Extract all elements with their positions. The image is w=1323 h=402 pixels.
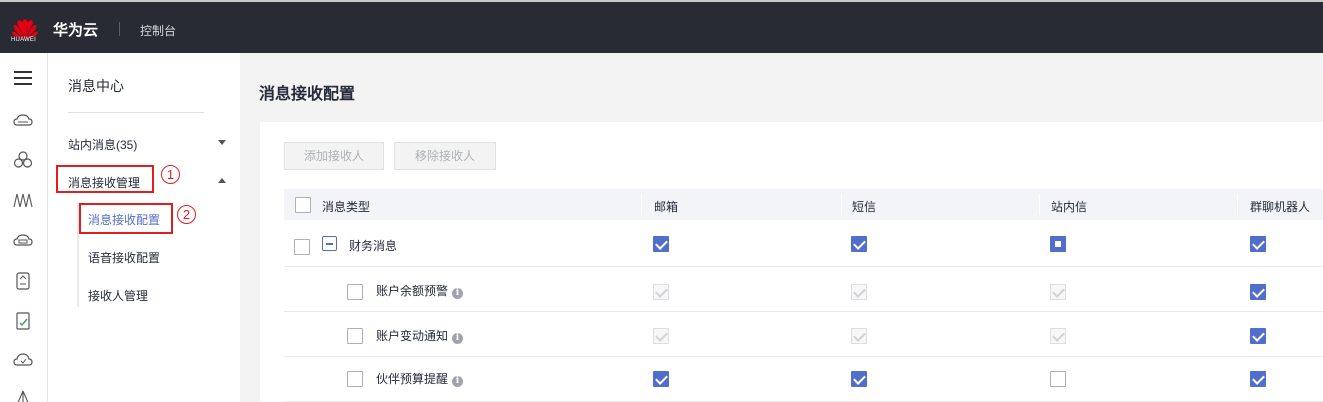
table-row: 财务消息 bbox=[284, 223, 1323, 267]
annotation-box-2 bbox=[79, 203, 173, 234]
message-type-cell: 账户余额预警 i bbox=[376, 282, 464, 299]
table-row: 伙伴预算提醒 i bbox=[284, 358, 1323, 402]
cloud-server-icon[interactable] bbox=[12, 110, 34, 132]
email-checkbox[interactable] bbox=[653, 371, 669, 387]
remove-receiver-button[interactable]: 移除接收人 bbox=[394, 142, 496, 170]
sms-checkbox[interactable] bbox=[851, 236, 867, 252]
annotation-number-1: 1 bbox=[161, 165, 180, 184]
brand-name[interactable]: 华为云 bbox=[53, 19, 98, 40]
add-receiver-button[interactable]: 添加接收人 bbox=[284, 142, 384, 170]
sidebar-divider bbox=[68, 112, 204, 113]
column-header-site-message: 站内信 bbox=[1051, 200, 1088, 214]
email-checkbox[interactable] bbox=[653, 236, 669, 252]
info-icon[interactable]: i bbox=[452, 333, 464, 344]
logo-text: HUAWEI bbox=[11, 37, 36, 43]
row-select-checkbox[interactable] bbox=[294, 239, 310, 255]
column-divider bbox=[1237, 194, 1238, 215]
table-row: 账户余额预警 i bbox=[284, 268, 1323, 312]
site-message-checkbox[interactable] bbox=[1050, 236, 1066, 252]
message-type-name: 账户余额预警 bbox=[376, 284, 449, 298]
column-divider bbox=[641, 194, 642, 215]
caret-up-icon[interactable] bbox=[218, 178, 226, 183]
table-row: 账户变动通知 i bbox=[284, 313, 1323, 357]
network-icon[interactable] bbox=[12, 189, 34, 211]
more-icon[interactable] bbox=[12, 387, 34, 402]
row-select-checkbox[interactable] bbox=[347, 328, 363, 344]
database-icon[interactable] bbox=[12, 270, 34, 292]
email-checkbox[interactable] bbox=[653, 328, 669, 344]
group-bot-checkbox[interactable] bbox=[1250, 371, 1266, 387]
sidebar: 消息中心 站内消息(35) 消息接收管理 1 消息接收配置 语音接收配置 接收人… bbox=[48, 53, 240, 402]
page-title: 消息接收配置 bbox=[259, 86, 356, 103]
row-select-checkbox[interactable] bbox=[347, 284, 363, 300]
table-header: 消息类型 邮箱 短信 站内信 群聊机器人 bbox=[284, 189, 1323, 220]
sidebar-title: 消息中心 bbox=[68, 78, 124, 94]
sidebar-subitem-receiver-management[interactable]: 接收人管理 bbox=[88, 287, 148, 304]
security-icon[interactable] bbox=[12, 310, 34, 332]
group-bot-checkbox[interactable] bbox=[1250, 328, 1266, 344]
site-message-checkbox[interactable] bbox=[1050, 371, 1066, 387]
info-icon[interactable]: i bbox=[452, 288, 464, 299]
message-type-name: 伙伴预算提醒 bbox=[376, 372, 449, 386]
column-divider bbox=[841, 194, 842, 215]
sms-checkbox[interactable] bbox=[851, 371, 867, 387]
message-type-name: 财务消息 bbox=[349, 239, 398, 253]
service-icon-rail bbox=[0, 53, 48, 402]
column-header-email: 邮箱 bbox=[654, 200, 679, 214]
storage-icon[interactable] bbox=[12, 230, 34, 252]
select-all-checkbox[interactable] bbox=[295, 197, 311, 213]
column-header-message-type: 消息类型 bbox=[322, 200, 371, 214]
message-type-cell: 账户变动通知 i bbox=[376, 327, 464, 344]
sms-checkbox[interactable] bbox=[851, 328, 867, 344]
annotation-box-1 bbox=[56, 165, 154, 193]
cluster-icon[interactable] bbox=[12, 149, 34, 171]
content-panel: 添加接收人 移除接收人 消息类型 邮箱 短信 站内信 群聊机器人 财务消息 账户… bbox=[260, 122, 1323, 402]
group-bot-checkbox[interactable] bbox=[1250, 284, 1266, 300]
site-message-checkbox[interactable] bbox=[1050, 284, 1066, 300]
column-header-group-bot: 群聊机器人 bbox=[1250, 200, 1311, 214]
sms-checkbox[interactable] bbox=[851, 284, 867, 300]
collapse-icon[interactable] bbox=[322, 236, 337, 251]
cloud-icon[interactable] bbox=[12, 349, 34, 371]
top-navigation-bar: HUAWEI 华为云 控制台 bbox=[0, 0, 1323, 53]
email-checkbox[interactable] bbox=[653, 284, 669, 300]
column-header-sms: 短信 bbox=[852, 200, 877, 214]
caret-down-icon[interactable] bbox=[218, 140, 226, 145]
message-type-name: 账户变动通知 bbox=[376, 329, 449, 343]
site-message-checkbox[interactable] bbox=[1050, 328, 1066, 344]
annotation-number-2: 2 bbox=[177, 205, 196, 224]
sidebar-item-inbox[interactable]: 站内消息(35) bbox=[68, 136, 137, 153]
sidebar-subitem-voice-config[interactable]: 语音接收配置 bbox=[88, 249, 160, 266]
message-type-cell: 伙伴预算提醒 i bbox=[376, 370, 464, 387]
group-bot-checkbox[interactable] bbox=[1250, 236, 1266, 252]
menu-icon[interactable] bbox=[12, 67, 34, 89]
topbar-divider bbox=[119, 22, 120, 36]
column-divider bbox=[1039, 194, 1040, 215]
console-link[interactable]: 控制台 bbox=[140, 22, 176, 39]
info-icon[interactable]: i bbox=[452, 376, 464, 387]
row-select-checkbox[interactable] bbox=[347, 371, 363, 387]
